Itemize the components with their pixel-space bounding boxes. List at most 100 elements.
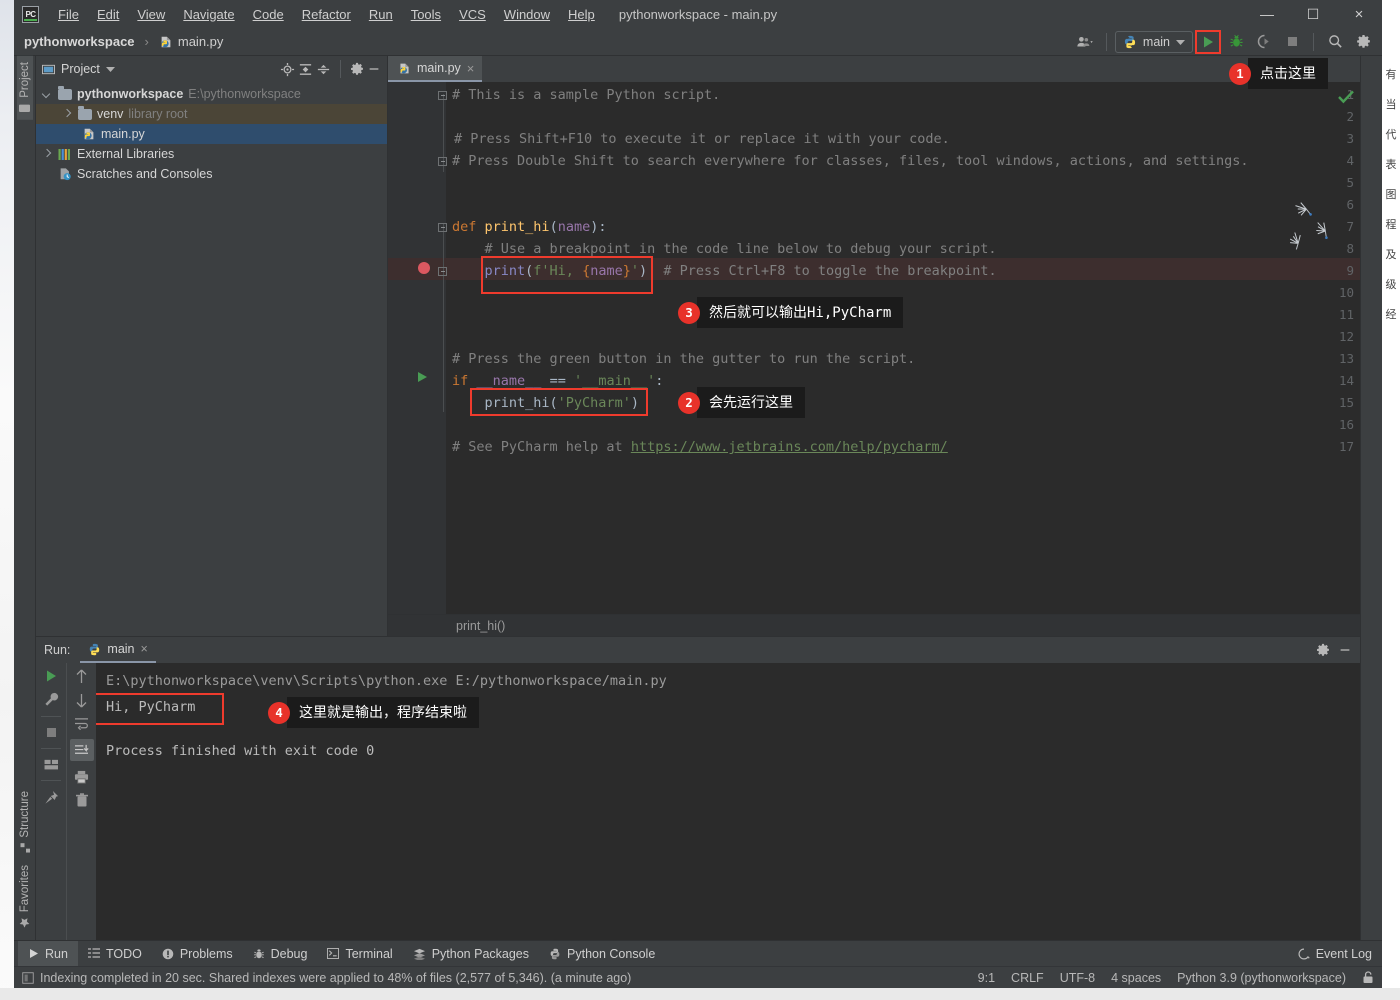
wrench-icon[interactable] <box>44 692 59 707</box>
arrow-down-icon[interactable] <box>75 693 88 708</box>
expand-all-icon[interactable] <box>298 62 313 77</box>
status-line-separator[interactable]: CRLF <box>1011 971 1044 985</box>
run-coverage-button[interactable] <box>1251 31 1277 53</box>
menu-item-code[interactable]: Code <box>244 4 293 25</box>
close-icon[interactable]: × <box>141 642 148 656</box>
fold-marker-icon-4[interactable] <box>438 267 447 276</box>
bottom-tab-debug[interactable]: Debug <box>243 941 318 967</box>
user-account-icon[interactable] <box>1072 31 1098 53</box>
pin-icon[interactable] <box>44 790 59 805</box>
close-icon[interactable]: × <box>467 61 475 76</box>
menu-item-tools[interactable]: Tools <box>402 4 450 25</box>
todo-icon <box>87 948 100 959</box>
sidebar-item-favorites[interactable]: Favorites <box>17 859 33 934</box>
run-button[interactable] <box>1197 31 1219 53</box>
code-line-3: # Press Shift+F10 to execute it or repla… <box>454 131 950 147</box>
search-icon[interactable] <box>1322 31 1348 53</box>
trash-icon[interactable] <box>75 793 89 808</box>
sidebar-item-structure[interactable]: Structure <box>17 785 33 859</box>
chevron-right-icon[interactable] <box>42 149 53 160</box>
menu-item-edit[interactable]: Edit <box>88 4 128 25</box>
run-tab-label: main <box>107 642 135 656</box>
stop-button[interactable] <box>1279 31 1305 53</box>
minimize-button[interactable]: — <box>1244 0 1290 28</box>
soft-wrap-icon[interactable] <box>74 717 89 730</box>
background-window-left <box>0 0 14 1000</box>
bg-text-fragment: 表 <box>1385 159 1397 171</box>
settings-gear-icon[interactable] <box>1316 643 1330 657</box>
code-editor[interactable]: 1 2 3 4 5 6 7 8 9 10 11 12 13 14 15 16 1… <box>388 82 1360 614</box>
menu-item-navigate[interactable]: Navigate <box>174 4 243 25</box>
menu-item-window[interactable]: Window <box>495 4 559 25</box>
help-url-link[interactable]: https://www.jetbrains.com/help/pycharm/ <box>631 439 948 455</box>
maximize-button[interactable]: ☐ <box>1290 0 1336 28</box>
menu-label-file: File <box>58 6 79 22</box>
bottom-tab-problems[interactable]: Problems <box>152 941 243 967</box>
fold-marker-icon[interactable] <box>438 91 447 100</box>
tab-main-py[interactable]: main.py × <box>388 56 483 82</box>
bottom-tab-label: Problems <box>179 946 233 961</box>
menu-item-help[interactable]: Help <box>559 4 604 25</box>
hide-panel-icon[interactable] <box>1338 643 1352 657</box>
menu-item-view[interactable]: View <box>128 4 174 25</box>
status-interpreter[interactable]: Python 3.9 (pythonworkspace) <box>1177 971 1346 985</box>
bottom-tab-run[interactable]: Run <box>18 940 78 967</box>
menu-item-refactor[interactable]: Refactor <box>293 4 360 25</box>
bottom-tab-terminal[interactable]: Terminal <box>317 941 402 967</box>
menu-item-vcs[interactable]: VCS <box>450 4 495 25</box>
chevron-down-icon[interactable] <box>42 89 53 100</box>
run-console-output[interactable]: E:\pythonworkspace\venv\Scripts\python.e… <box>96 663 1360 940</box>
menu-item-file[interactable]: File <box>49 4 88 25</box>
inspection-ok-icon[interactable] <box>1338 90 1354 108</box>
rerun-icon[interactable] <box>44 669 58 683</box>
run-window-body: E:\pythonworkspace\venv\Scripts\python.e… <box>36 663 1360 940</box>
collapse-all-icon[interactable] <box>316 62 331 77</box>
chevron-down-icon[interactable] <box>105 66 115 72</box>
breadcrumb-project[interactable]: pythonworkspace <box>24 34 135 49</box>
layout-icon[interactable] <box>44 758 59 771</box>
breakpoint-icon[interactable] <box>418 262 430 274</box>
annotation-text: 这里就是输出，程序结束啦 <box>280 697 479 728</box>
status-caret-position[interactable]: 9:1 <box>978 971 995 985</box>
tree-item-pythonworkspace[interactable]: pythonworkspace E:\pythonworkspace <box>36 84 387 104</box>
tree-item-main-py[interactable]: main.py <box>36 124 387 144</box>
bottom-tab-todo[interactable]: TODO <box>78 941 152 967</box>
stop-icon[interactable] <box>45 726 58 739</box>
scroll-to-end-icon[interactable] <box>69 739 94 761</box>
bottom-tab-python-console[interactable]: Python Console <box>539 941 665 967</box>
event-log-area[interactable]: Event Log <box>1298 947 1382 961</box>
sidebar-item-project[interactable]: Project <box>16 56 33 120</box>
menu-label-tools: Tools <box>410 6 442 22</box>
fold-marker-icon-2[interactable] <box>438 157 447 166</box>
structure-icon <box>20 843 30 853</box>
bottom-tab-label: Debug <box>270 946 308 961</box>
tree-item-venv[interactable]: venv library root <box>36 104 387 124</box>
bg-text-fragment: 程 <box>1385 219 1397 231</box>
print-icon[interactable] <box>74 770 89 784</box>
run-tab-main[interactable]: main × <box>80 637 156 663</box>
breadcrumb-file[interactable]: main.py <box>178 34 224 49</box>
settings-gear-icon[interactable] <box>1350 31 1376 53</box>
folder-icon <box>58 85 72 100</box>
status-encoding[interactable]: UTF-8 <box>1060 971 1095 985</box>
tree-item-external-libraries[interactable]: External Libraries <box>36 144 387 164</box>
tree-item-scratches[interactable]: Scratches and Consoles <box>36 164 387 184</box>
hide-panel-icon[interactable] <box>367 62 381 76</box>
editor-breadcrumb[interactable]: print_hi() <box>388 614 1360 636</box>
locate-file-icon[interactable] <box>280 62 295 77</box>
close-button[interactable]: × <box>1336 0 1382 28</box>
chevron-right-icon[interactable] <box>62 109 73 120</box>
fold-marker-icon-3[interactable] <box>438 223 447 232</box>
menu-item-run[interactable]: Run <box>360 4 402 25</box>
bottom-tab-python-packages[interactable]: Python Packages <box>403 941 539 967</box>
status-message[interactable]: Indexing completed in 20 sec. Shared ind… <box>40 971 631 985</box>
line-number: 9 <box>1346 263 1354 278</box>
status-indent[interactable]: 4 spaces <box>1111 971 1161 985</box>
settings-gear-icon[interactable] <box>350 62 364 76</box>
debug-button[interactable] <box>1223 31 1249 53</box>
gutter-run-icon[interactable] <box>418 372 427 382</box>
arrow-up-icon[interactable] <box>75 669 88 684</box>
run-configuration-selector[interactable]: main <box>1114 30 1193 53</box>
run-icon <box>28 948 39 959</box>
lock-icon[interactable] <box>1362 971 1374 984</box>
